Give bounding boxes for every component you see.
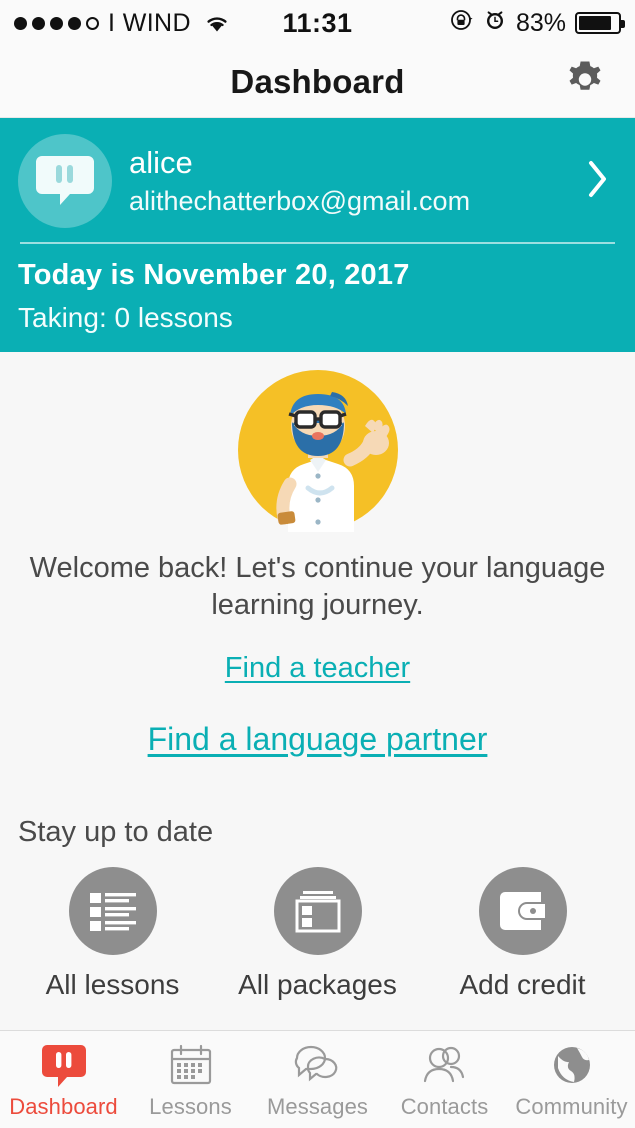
profile-card[interactable]: alice alithechatterbox@gmail.com Today i… xyxy=(0,118,635,353)
shortcut-label: All packages xyxy=(238,969,397,1001)
navigation-bar: Dashboard xyxy=(0,46,635,118)
tab-messages[interactable]: Messages xyxy=(254,1031,381,1128)
italki-speech-bubble-icon xyxy=(41,1040,87,1092)
username-label: alice xyxy=(129,144,193,180)
today-date-label: Today is November 20, 2017 xyxy=(18,259,410,291)
action-links: Find a teacher Find a language partner xyxy=(0,624,635,758)
stay-up-to-date-title: Stay up to date xyxy=(18,816,214,849)
tab-label: Messages xyxy=(266,1093,369,1119)
tab-label: Contacts xyxy=(400,1093,489,1119)
italki-speech-bubble-avatar-icon xyxy=(36,156,94,205)
tab-dashboard[interactable]: Dashboard xyxy=(0,1031,127,1128)
find-a-teacher-link[interactable]: Find a teacher xyxy=(225,652,410,685)
tab-label: Community xyxy=(515,1093,628,1119)
page-title: Dashboard xyxy=(230,62,405,100)
profile-header: alice alithechatterbox@gmail.com xyxy=(18,134,617,228)
tab-label: Dashboard xyxy=(9,1093,118,1119)
profile-identity: alice alithechatterbox@gmail.com xyxy=(129,143,585,220)
tab-lessons[interactable]: Lessons xyxy=(127,1031,254,1128)
status-bar-right: 83% xyxy=(450,8,625,39)
bottom-tab-bar: Dashboard Lessons Messages Contacts Comm… xyxy=(0,1030,635,1128)
shortcut-add-credit[interactable]: Add credit xyxy=(433,867,613,1001)
main-content: Welcome back! Let's continue your langua… xyxy=(0,352,635,1030)
status-bar: I WIND 11:31 83% xyxy=(0,0,635,46)
hero-illustration-area xyxy=(0,352,635,536)
rotation-lock-icon xyxy=(450,8,474,39)
tab-community[interactable]: Community xyxy=(508,1031,635,1128)
find-a-language-partner-link[interactable]: Find a language partner xyxy=(148,721,488,758)
profile-divider xyxy=(20,242,615,244)
alarm-clock-icon xyxy=(483,8,507,39)
shortcut-all-packages[interactable]: All packages xyxy=(228,867,408,1001)
packages-box-icon xyxy=(273,867,362,956)
avatar[interactable] xyxy=(18,134,112,228)
chevron-right-icon[interactable] xyxy=(585,157,617,206)
email-label: alithechatterbox@gmail.com xyxy=(129,185,471,216)
wallet-icon xyxy=(478,867,567,956)
chat-bubbles-icon xyxy=(293,1040,343,1092)
battery-icon xyxy=(575,12,625,34)
shortcut-label: Add credit xyxy=(459,969,586,1001)
shortcut-all-lessons[interactable]: All lessons xyxy=(23,867,203,1001)
battery-percentage-label: 83% xyxy=(515,8,566,37)
tab-label: Lessons xyxy=(149,1093,232,1119)
list-lines-icon xyxy=(68,867,157,956)
gear-icon[interactable] xyxy=(561,55,609,108)
welcome-message: Welcome back! Let's continue your langua… xyxy=(29,552,606,622)
people-icon xyxy=(420,1040,470,1092)
shortcuts-row: All lessons All packages Add credit xyxy=(0,867,635,1001)
taking-lessons-label: Taking: 0 lessons xyxy=(18,301,233,333)
calendar-icon xyxy=(168,1040,214,1092)
app-screen: I WIND 11:31 83% Dashboard alice alithec… xyxy=(0,0,635,1128)
waving-bearded-man-illustration xyxy=(232,364,404,536)
shortcut-label: All lessons xyxy=(45,969,180,1001)
tab-contacts[interactable]: Contacts xyxy=(381,1031,508,1128)
globe-icon xyxy=(549,1040,595,1092)
